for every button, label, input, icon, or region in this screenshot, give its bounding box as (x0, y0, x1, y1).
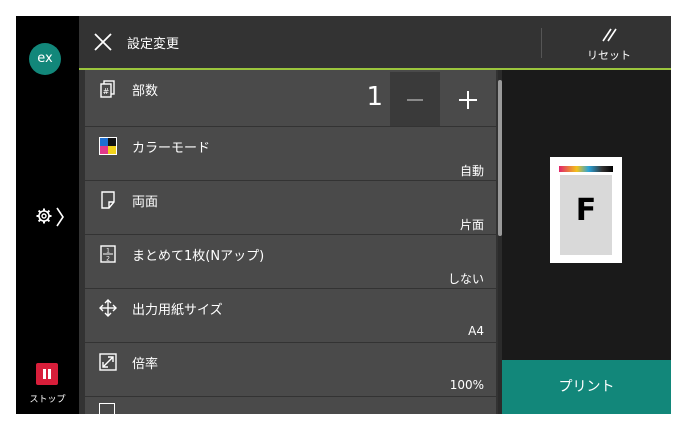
left-rail: ex ストップ (16, 16, 79, 414)
setting-value: 自動 (459, 164, 484, 178)
decrement-button[interactable] (390, 72, 440, 126)
setting-value: 100% (449, 378, 484, 392)
paper-size-icon (99, 299, 117, 317)
setting-label: 倍率 (132, 357, 159, 372)
reset-label: リセット (587, 49, 631, 62)
preview-panel: F プリント (502, 70, 671, 414)
reset-button[interactable]: リセット (569, 22, 649, 64)
settings-toggle-button[interactable] (30, 202, 70, 232)
gear-icon (36, 208, 52, 224)
preview-page: F (560, 175, 612, 255)
minus-icon (407, 99, 423, 101)
setting-row-copies: # 部数 1 (85, 70, 496, 128)
ex-badge[interactable]: ex (29, 43, 61, 75)
setting-row-n-up[interactable]: 1 2 まとめて1枚(Nアップ) しない (85, 235, 496, 290)
header-divider (541, 28, 542, 58)
setting-label: 両面 (132, 195, 159, 210)
svg-text:1: 1 (106, 248, 110, 255)
color-bar-icon (559, 166, 613, 172)
setting-row-partial (85, 397, 496, 414)
document-icon (99, 403, 115, 414)
setting-value: 片面 (459, 218, 484, 232)
chevron-right-icon (56, 207, 64, 227)
setting-row-duplex[interactable]: 両面 片面 (85, 181, 496, 236)
page-title: 設定変更 (127, 37, 180, 52)
setting-label: まとめて1枚(Nアップ) (132, 249, 265, 264)
preview-letter: F (575, 193, 597, 228)
setting-label: 出力用紙サイズ (132, 303, 223, 318)
stop-label: ストップ (29, 395, 66, 405)
copies-value: 1 (366, 82, 383, 112)
setting-value: しない (447, 272, 484, 286)
header: 設定変更 リセット (79, 16, 671, 70)
svg-text:#: # (103, 87, 110, 96)
n-up-icon: 1 2 (100, 245, 116, 263)
svg-text:2: 2 (106, 256, 110, 263)
setting-value: A4 (468, 324, 484, 338)
setting-label: 部数 (132, 84, 159, 99)
reset-icon (602, 28, 617, 42)
stop-button[interactable]: ストップ (16, 356, 79, 414)
color-mode-icon (99, 137, 117, 155)
close-icon (94, 33, 112, 51)
setting-row-paper-size[interactable]: 出力用紙サイズ A4 (85, 289, 496, 344)
preview-thumbnail: F (550, 157, 622, 263)
settings-list: # 部数 1 カラーモード 自動 両面 片面 1 2 まとめて1枚(Nアップ) … (85, 70, 496, 414)
printer-screen: ex ストップ 設定変更 リセット # 部数 1 カラーモード 自動 両面 片面… (16, 16, 671, 414)
print-button[interactable]: プリント (502, 360, 671, 414)
setting-row-zoom[interactable]: 倍率 100% (85, 343, 496, 398)
setting-row-color-mode[interactable]: カラーモード 自動 (85, 127, 496, 182)
setting-label: カラーモード (132, 141, 211, 156)
pause-icon (36, 363, 58, 385)
increment-button[interactable] (442, 72, 494, 126)
duplex-icon (101, 191, 115, 209)
close-button[interactable] (91, 30, 115, 54)
zoom-ratio-icon (99, 353, 117, 371)
copies-icon: # (100, 80, 115, 98)
